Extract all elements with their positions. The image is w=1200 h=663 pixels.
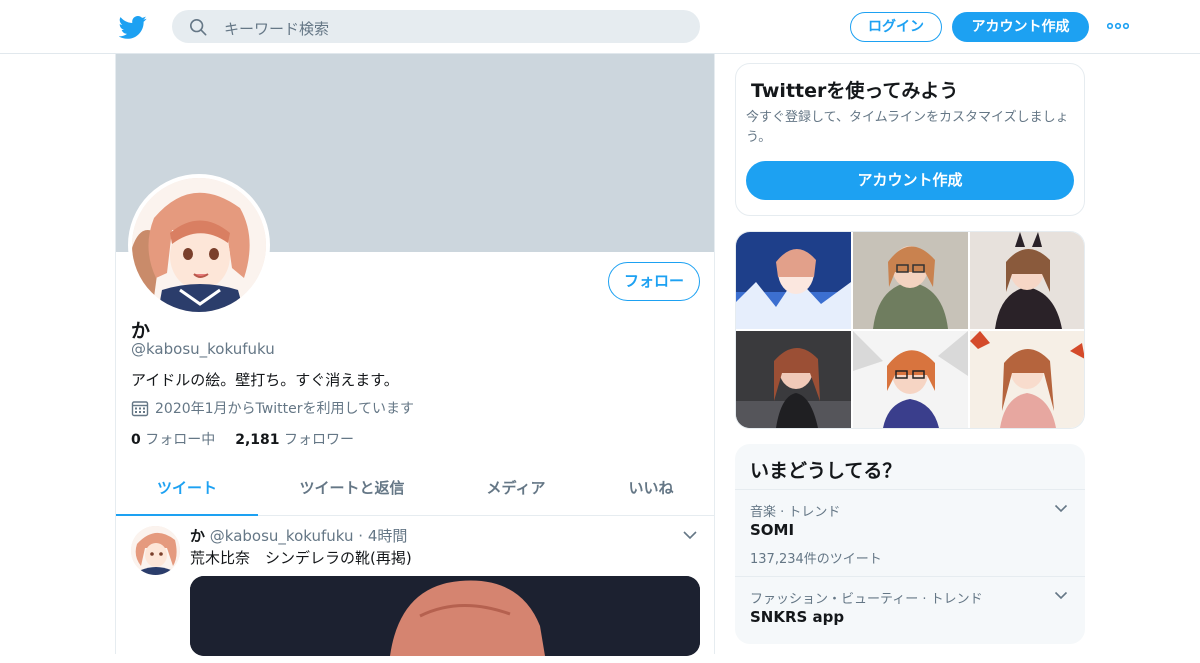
profile-join-date: 2020年1月からTwitterを利用しています xyxy=(131,398,414,418)
top-bar: キーワード検索 ログイン アカウント作成 xyxy=(0,0,1200,54)
tweet-avatar[interactable] xyxy=(131,526,180,575)
profile-display-name: か xyxy=(131,320,151,342)
followers-label: フォロワー xyxy=(283,432,354,448)
trend-tweet-count: 137,234件のツイート xyxy=(750,552,882,567)
media-thumbnail[interactable] xyxy=(736,331,851,428)
tab-tweets[interactable]: ツイート xyxy=(116,466,258,516)
tweet-author-handle[interactable]: @kabosu_kokufuku xyxy=(210,527,354,545)
search-bar[interactable]: キーワード検索 xyxy=(172,10,700,43)
search-input[interactable]: キーワード検索 xyxy=(224,18,329,39)
followers-link[interactable]: 2,181 フォロワー xyxy=(235,432,354,448)
signup-card-title: Twitterを使ってみよう xyxy=(751,80,959,102)
chevron-down-icon[interactable] xyxy=(682,530,698,540)
followers-count: 2,181 xyxy=(235,432,280,448)
trend-category: ファッション・ビューティー · トレンド xyxy=(750,592,983,607)
follow-button[interactable]: フォロー xyxy=(608,262,700,301)
more-dots-icon[interactable] xyxy=(1107,22,1129,30)
signup-button[interactable]: アカウント作成 xyxy=(952,12,1089,42)
media-thumb-art xyxy=(853,232,968,329)
tweet-header: か @kabosu_kokufuku · 4時間 xyxy=(190,525,407,546)
tab-likes[interactable]: いいね xyxy=(606,466,696,516)
trend-item[interactable]: 音楽 · トレンド SOMI 137,234件のツイート xyxy=(735,489,1085,576)
trend-category: 音楽 · トレンド xyxy=(750,505,841,520)
tab-media[interactable]: メディア xyxy=(461,466,571,516)
trend-item[interactable]: ファッション・ビューティー · トレンド SNKRS app xyxy=(735,576,1085,663)
profile-column: フォロー か @kabosu_kokufuku アイドルの絵。壁打ち。すぐ消えま… xyxy=(115,54,715,656)
tweet-text: 荒木比奈 シンデレラの靴(再掲) xyxy=(190,549,412,567)
media-thumb-art xyxy=(970,331,1084,428)
tweet-avatar-illustration xyxy=(131,526,180,575)
search-icon xyxy=(189,18,207,36)
avatar-illustration xyxy=(132,178,266,312)
signup-card-button[interactable]: アカウント作成 xyxy=(746,161,1074,200)
media-thumbnail[interactable] xyxy=(853,331,968,428)
media-thumbnail[interactable] xyxy=(970,331,1084,428)
trends-panel: いまどうしてる？ 音楽 · トレンド SOMI 137,234件のツイート ファ… xyxy=(735,444,1085,644)
media-thumb-art xyxy=(970,232,1084,329)
join-date-text: 2020年1月からTwitterを利用しています xyxy=(155,401,415,417)
tweet-item[interactable]: か @kabosu_kokufuku · 4時間 荒木比奈 シンデレラの靴(再掲… xyxy=(116,516,714,656)
trend-name[interactable]: SNKRS app xyxy=(750,608,844,626)
media-thumbnail[interactable] xyxy=(970,232,1084,329)
tweet-timestamp[interactable]: 4時間 xyxy=(368,527,408,545)
profile-stats: 0 フォロー中 2,181 フォロワー xyxy=(131,429,354,449)
following-label: フォロー中 xyxy=(145,432,216,448)
signup-card: Twitterを使ってみよう 今すぐ登録して、タイムラインをカスタマイズしましょ… xyxy=(735,63,1085,216)
following-count: 0 xyxy=(131,432,141,448)
media-thumbnail[interactable] xyxy=(736,232,851,329)
tweet-media-illustration xyxy=(190,576,700,656)
profile-handle[interactable]: @kabosu_kokufuku xyxy=(131,340,275,358)
trend-name[interactable]: SOMI xyxy=(750,521,794,539)
chevron-down-icon[interactable] xyxy=(1054,591,1068,600)
tweet-separator: · xyxy=(358,527,364,545)
following-link[interactable]: 0 フォロー中 xyxy=(131,432,215,448)
signup-card-description: 今すぐ登録して、タイムラインをカスタマイズしましょう。 xyxy=(746,110,1069,145)
media-thumbnail[interactable] xyxy=(853,232,968,329)
profile-bio: アイドルの絵。壁打ち。すぐ消えます。 xyxy=(131,371,399,389)
profile-avatar[interactable] xyxy=(128,174,270,316)
media-thumb-art xyxy=(853,331,968,428)
tweet-media[interactable] xyxy=(190,576,700,656)
media-thumb-art xyxy=(736,331,851,428)
trends-title: いまどうしてる？ xyxy=(750,460,902,482)
tweet-author-name[interactable]: か xyxy=(190,527,205,545)
tab-tweets-and-replies[interactable]: ツイートと返信 xyxy=(266,466,438,516)
media-thumb-art xyxy=(736,232,851,329)
calendar-icon xyxy=(131,401,149,417)
login-button[interactable]: ログイン xyxy=(850,12,942,42)
chevron-down-icon[interactable] xyxy=(1054,504,1068,513)
media-grid xyxy=(735,231,1085,429)
profile-tabs: ツイート ツイートと返信 メディア いいね xyxy=(116,466,714,516)
twitter-bird-icon[interactable] xyxy=(119,13,147,41)
